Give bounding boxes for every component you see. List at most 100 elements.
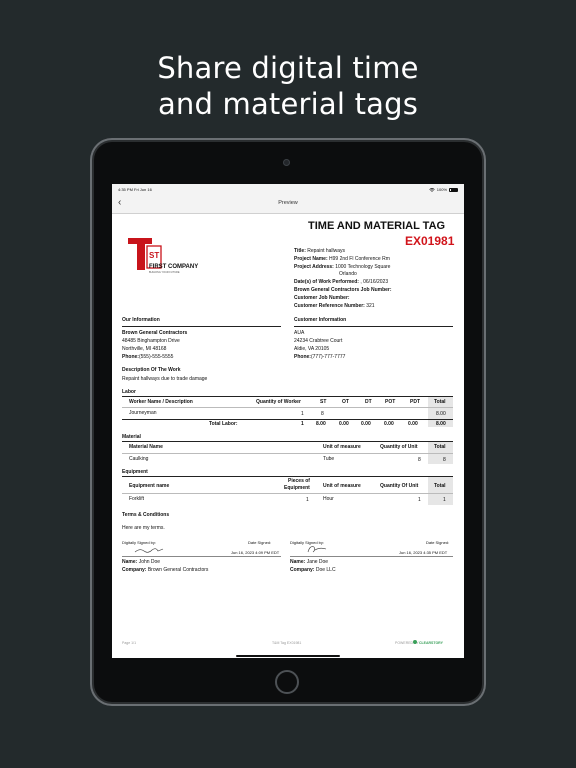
labor-heading: Labor (122, 389, 136, 395)
labor-row-total: 8.00 (436, 411, 446, 417)
material-row-unit: Tube (323, 456, 335, 462)
date-signed-label-right: Date Signed: (426, 540, 450, 545)
labor-total-pot: 0.00 (384, 421, 394, 427)
footer-brand: CLEARSTORY (419, 641, 443, 645)
camera-icon (283, 159, 290, 166)
footer-page-number: Page 1/1 (122, 641, 137, 645)
material-row-total: 8 (443, 457, 446, 463)
labor-header-pot: POT (385, 399, 396, 405)
meta-customer-job-number: Customer Job Number: (294, 295, 350, 301)
tm-tag-document: ST FIRST COMPANY BUILDING YOUR FUTURE TI… (112, 214, 464, 658)
home-button[interactable] (275, 670, 299, 694)
labor-top-divider (122, 396, 453, 397)
material-header-quantity: Quantity of Unit (380, 444, 418, 450)
equipment-top-divider (122, 476, 453, 477)
headline-line-1: Share digital time (157, 51, 419, 85)
labor-total-total: 8.00 (436, 421, 446, 427)
battery-percent: 100% (436, 187, 447, 192)
signer-name-left: Name: John Doe (122, 559, 161, 565)
labor-header-dt: DT (365, 399, 372, 405)
signature-right (307, 546, 327, 553)
terms-text: Here are my terms. (122, 525, 165, 531)
nav-title: Preview (278, 200, 298, 206)
equipment-header-pieces: Pieces of (288, 478, 310, 484)
clearstory-logo-icon (413, 640, 417, 644)
logo-mark-text: ST (149, 251, 160, 260)
labor-header-ot: OT (342, 399, 349, 405)
device-screen: 4:35 PM Fri Jun 16 100% ‹ Preview ST FIR… (112, 184, 464, 658)
labor-total-ot: 0.00 (339, 421, 349, 427)
customer-name: AUA (294, 330, 305, 336)
equipment-row-total: 1 (443, 497, 446, 503)
logo-tagline: BUILDING YOUR FUTURE (149, 271, 180, 274)
labor-row-st: 8 (321, 411, 324, 417)
signer-company-right: Company: Doe LLC (290, 567, 336, 573)
logo-company-name: FIRST COMPANY (149, 264, 199, 270)
equipment-row-quantity: 1 (418, 497, 421, 503)
equipment-row-unit: Hour (323, 496, 334, 502)
customer-info-heading: Customer Information (294, 317, 347, 323)
customer-phone: Phone:(777)-777-7777 (294, 354, 346, 360)
material-row-name: Caulking (129, 456, 149, 462)
signer-company-left: Company: Brown General Contractors (122, 567, 209, 573)
our-info-divider (122, 326, 281, 327)
labor-total-st: 8.00 (316, 421, 326, 427)
signature-line-right (290, 556, 453, 557)
signature-block-right: Digitally Signed by: Date Signed: Jun 16… (290, 540, 453, 588)
material-header-unit: Unit of measure (323, 444, 361, 450)
equipment-header-name: Equipment name (129, 483, 170, 489)
labor-header-quantity: Quantity of Worker (256, 399, 301, 405)
terms-heading: Terms & Conditions (122, 512, 170, 518)
battery-icon (449, 187, 458, 192)
status-time: 4:35 PM Fri Jun 16 (118, 187, 152, 192)
labor-total-quantity: 1 (301, 421, 304, 427)
marketing-headline: Share digital time and material tags (0, 50, 576, 122)
customer-info-divider (294, 326, 453, 327)
meta-project-address: Project Address: 1000 Technology Square (294, 264, 391, 270)
labor-total-pdt: 0.00 (408, 421, 418, 427)
customer-address-line-2: Aldie, VA 20105 (294, 346, 330, 352)
company-logo: ST FIRST COMPANY BUILDING YOUR FUTURE (128, 238, 200, 274)
material-top-divider (122, 441, 453, 442)
signature-left (134, 548, 164, 553)
labor-row-divider (122, 419, 453, 420)
work-heading: Description Of The Work (122, 367, 181, 373)
meta-customer-reference: Customer Reference Number: 321 (294, 303, 375, 309)
home-indicator (236, 655, 340, 657)
our-company-name: Brown General Contractors (122, 330, 188, 336)
meta-project-city: Orlando (339, 271, 357, 277)
equipment-header-total: Total (434, 483, 446, 489)
material-row-quantity: 8 (418, 457, 421, 463)
tag-number: EX01981 (405, 234, 455, 248)
labor-row-worker: Journeyman (129, 410, 157, 416)
navigation-bar: ‹ Preview (112, 194, 464, 214)
work-description: Repaint hallways due to trade damage (122, 376, 208, 382)
status-bar: 4:35 PM Fri Jun 16 100% (112, 184, 464, 194)
labor-header-st: ST (320, 399, 327, 405)
equipment-total-column (428, 477, 453, 505)
labor-header-pdt: PDT (410, 399, 420, 405)
equipment-header-quantity: Quantity Of Unit (380, 483, 419, 489)
meta-project-name: Project Name: H99 2nd Fl Conference Rm (294, 256, 390, 262)
date-signed-label-left: Date Signed: (248, 540, 272, 545)
customer-address-line-1: 24234 Crabtree Court (294, 338, 343, 344)
signature-line-left (122, 556, 281, 557)
wifi-icon (429, 187, 435, 192)
material-header-total: Total (434, 444, 446, 450)
labor-row-quantity: 1 (301, 411, 304, 417)
signer-name-right: Name: Jane Doe (290, 559, 329, 565)
labor-header-total: Total (434, 399, 446, 405)
material-header-divider (122, 453, 453, 454)
labor-total-label: Total Labor: (209, 421, 238, 427)
equipment-header-pieces-2: Equipment (284, 485, 310, 491)
equipment-row-name: Forklift (129, 496, 144, 502)
equipment-header-unit: Unit of measure (323, 483, 361, 489)
meta-work-dates: Date(s) of Work Performed: , 06/16/2023 (294, 279, 389, 285)
our-info-heading: Our Information (122, 317, 160, 323)
our-phone: Phone:(555)-555-5555 (122, 354, 174, 360)
footer-document-id: T&M Tag EX01981 (272, 641, 302, 645)
labor-header-divider (122, 407, 453, 408)
material-header-name: Material Name (129, 444, 163, 450)
equipment-header-divider (122, 493, 453, 494)
our-address-line-2: Northville, MI 48168 (122, 346, 167, 352)
